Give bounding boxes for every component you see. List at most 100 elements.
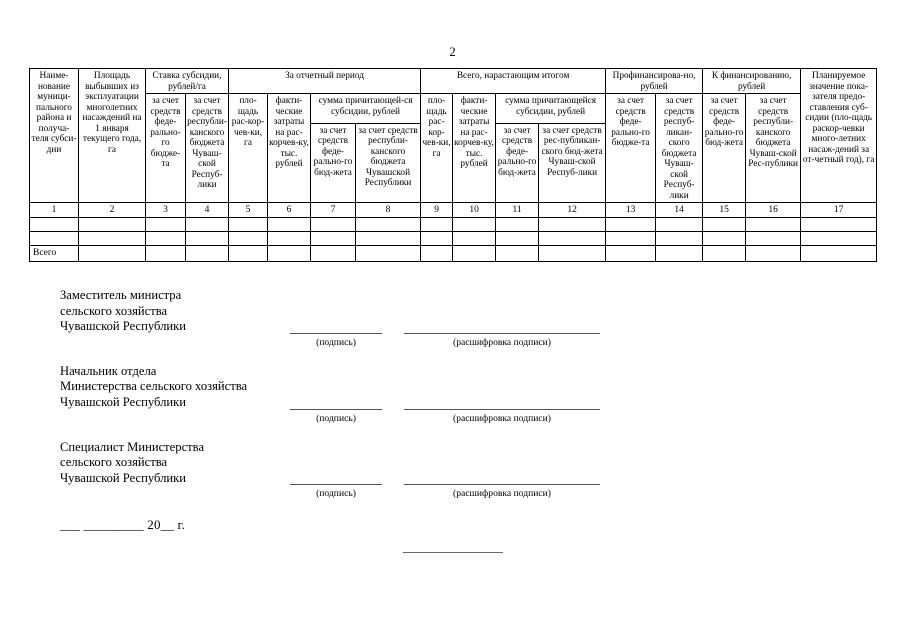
signature-lines: (подпись) (расшифровка подписи) bbox=[0, 332, 905, 355]
header-cell-rate-federal: за счет средств феде-рально-го бюдже-та bbox=[145, 93, 186, 203]
table-cell[interactable] bbox=[800, 217, 878, 232]
table-cell[interactable] bbox=[605, 245, 657, 262]
transcript-rule[interactable] bbox=[404, 332, 600, 334]
bottom-rule[interactable] bbox=[403, 552, 503, 553]
signature-block-specialist: Специалист Министерства сельского хозяйс… bbox=[0, 440, 905, 507]
header-group-period-subsidy-amount: сумма причитающей-ся субсидии, рублей bbox=[310, 93, 422, 124]
header-group-to-finance: К финансированию, рублей bbox=[702, 68, 802, 94]
table-cell[interactable] bbox=[267, 231, 312, 246]
table-cell[interactable] bbox=[702, 217, 747, 232]
header-cell-period-area: пло-щадь рас-кор-чев-ки, га bbox=[228, 93, 269, 203]
signature-lines: (подпись) (расшифровка подписи) bbox=[0, 408, 905, 431]
table-cell[interactable] bbox=[355, 217, 422, 232]
table-cell[interactable] bbox=[228, 217, 269, 232]
table-cell[interactable] bbox=[495, 217, 540, 232]
header-cell-tofinance-republican: за счет средств республи-канского бюджет… bbox=[745, 93, 802, 203]
column-number: 1 bbox=[29, 202, 79, 218]
table-cell[interactable] bbox=[29, 231, 79, 246]
table-cell[interactable] bbox=[452, 231, 497, 246]
column-number: 4 bbox=[184, 202, 230, 218]
table-cell[interactable] bbox=[745, 217, 802, 232]
column-number: 15 bbox=[702, 202, 747, 218]
signature-caption: (подпись) bbox=[316, 488, 356, 500]
table-cell[interactable] bbox=[267, 217, 312, 232]
table-cell[interactable] bbox=[420, 231, 454, 246]
signature-title: Заместитель министра сельского хозяйства… bbox=[60, 288, 390, 335]
table-cell[interactable] bbox=[800, 231, 878, 246]
table-cell[interactable] bbox=[310, 217, 357, 232]
column-number: 14 bbox=[655, 202, 704, 218]
column-number: 2 bbox=[78, 202, 146, 218]
header-group-total-subsidy-amount: сумма причитающейся субсидии, рублей bbox=[495, 93, 607, 124]
table-cell[interactable] bbox=[355, 231, 422, 246]
header-group-subsidy-rate: Ставка субсидии, рублей/га bbox=[144, 68, 230, 94]
signature-caption: (подпись) bbox=[316, 336, 356, 348]
table-cell[interactable] bbox=[605, 217, 657, 232]
signature-rule[interactable] bbox=[290, 332, 382, 334]
table-cell[interactable] bbox=[184, 217, 230, 232]
table-cell[interactable] bbox=[538, 245, 607, 262]
table-cell[interactable] bbox=[78, 245, 146, 262]
table-cell[interactable] bbox=[184, 231, 230, 246]
column-number: 11 bbox=[495, 202, 540, 218]
table-cell[interactable] bbox=[145, 245, 186, 262]
table-total-row[interactable]: Всего bbox=[29, 245, 878, 262]
table-cell[interactable] bbox=[655, 217, 704, 232]
table-cell[interactable] bbox=[267, 245, 312, 262]
table-cell[interactable] bbox=[452, 217, 497, 232]
table-cell[interactable] bbox=[538, 217, 607, 232]
signature-title-line: Начальник отдела bbox=[60, 363, 157, 378]
table-cell[interactable] bbox=[605, 231, 657, 246]
header-group-reporting-period: За отчетный период bbox=[228, 68, 422, 94]
signature-rule[interactable] bbox=[290, 484, 382, 486]
table-cell[interactable] bbox=[745, 245, 802, 262]
column-number: 8 bbox=[355, 202, 422, 218]
table-cell[interactable] bbox=[655, 231, 704, 246]
table-cell[interactable] bbox=[655, 245, 704, 262]
table-cell[interactable] bbox=[145, 217, 186, 232]
table-cell[interactable] bbox=[310, 245, 357, 262]
table-cell[interactable] bbox=[538, 231, 607, 246]
header-cell-period-costs: факти-ческие затраты на рас-корчев-ку, т… bbox=[267, 93, 312, 203]
column-number: 13 bbox=[605, 202, 657, 218]
table-cell[interactable] bbox=[800, 245, 878, 262]
table-row[interactable] bbox=[29, 217, 878, 232]
table-cell[interactable] bbox=[29, 217, 79, 232]
header-cell-total-costs: факти-ческие затраты на рас-корчев-ку, т… bbox=[452, 93, 497, 203]
transcript-caption: (расшифровка подписи) bbox=[453, 488, 551, 500]
column-number: 3 bbox=[145, 202, 186, 218]
table-cell[interactable] bbox=[745, 231, 802, 246]
transcript-rule[interactable] bbox=[404, 484, 600, 486]
table-row[interactable] bbox=[29, 231, 878, 246]
signature-block-deputy-minister: Заместитель министра сельского хозяйства… bbox=[0, 288, 905, 355]
table-cell[interactable] bbox=[452, 245, 497, 262]
signature-rule[interactable] bbox=[290, 408, 382, 410]
page-number: 2 bbox=[449, 44, 456, 59]
column-number: 6 bbox=[267, 202, 312, 218]
column-number: 17 bbox=[800, 202, 878, 218]
date-line[interactable]: ___ _________ 20__ г. bbox=[60, 517, 185, 533]
table-cell[interactable] bbox=[228, 245, 269, 262]
transcript-rule[interactable] bbox=[404, 408, 600, 410]
table-cell[interactable] bbox=[78, 231, 146, 246]
table-cell[interactable] bbox=[495, 245, 540, 262]
table-cell[interactable] bbox=[310, 231, 357, 246]
signature-caption: (подпись) bbox=[316, 412, 356, 424]
table-cell[interactable] bbox=[184, 245, 230, 262]
header-cell-municipality: Наиме-нование муници-пального района и п… bbox=[29, 68, 79, 203]
table-cell[interactable] bbox=[355, 245, 422, 262]
table-cell[interactable] bbox=[702, 245, 747, 262]
table-cell[interactable] bbox=[145, 231, 186, 246]
header-cell-total-area: пло-щадь рас-кор-чев-ки, га bbox=[420, 93, 454, 203]
table-cell[interactable] bbox=[495, 231, 540, 246]
table-cell[interactable] bbox=[228, 231, 269, 246]
header-cell-tofinance-federal: за счет средств феде-рально-го бюд-жета bbox=[702, 93, 747, 203]
table-cell[interactable] bbox=[702, 231, 747, 246]
header-cell-financed-federal: за счет средств феде-рально-го бюдже-та bbox=[605, 93, 657, 203]
header-cell-planned-indicator: Планируемое значение пока-зателя предо-с… bbox=[800, 68, 878, 203]
table-cell[interactable] bbox=[420, 245, 454, 262]
column-number: 9 bbox=[420, 202, 454, 218]
table-column-number-row: 1 2 3 4 5 6 7 8 9 10 11 12 13 14 15 16 1… bbox=[29, 202, 878, 218]
table-cell[interactable] bbox=[78, 217, 146, 232]
table-cell[interactable] bbox=[420, 217, 454, 232]
